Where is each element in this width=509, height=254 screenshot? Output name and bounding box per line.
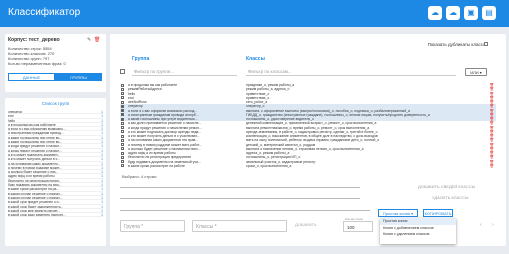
delete-classes-button[interactable]: УДАЛИТЬ КЛАССЫ	[432, 195, 468, 200]
group-list-item[interactable]: в какой срок задо заменять паспорт... 1	[8, 213, 103, 218]
app-title: Классификатор	[8, 7, 81, 18]
classes-to-add-field[interactable]	[120, 181, 360, 188]
tab-data[interactable]: ДАННЫЕ	[8, 73, 55, 81]
classes-to-delete-field[interactable]	[120, 192, 360, 199]
row-delete-icon[interactable]: 🗑	[490, 164, 494, 168]
tab-groups[interactable]: ГРУППЫ	[55, 73, 102, 81]
column-header-classes[interactable]: Классы	[246, 56, 265, 62]
chevron-down-icon: ▾	[479, 70, 482, 75]
corpus-title: Корпус: тест_дерево	[8, 37, 60, 43]
row-checkbox[interactable]	[121, 160, 124, 164]
group-filter-input[interactable]: Фильтр по группе...	[132, 67, 237, 76]
save-icon[interactable]: ▣	[464, 6, 478, 20]
group-input[interactable]: Группа *	[120, 220, 185, 232]
selected-count: Выбрано: 4 строки	[122, 174, 157, 179]
group-list-title: Список групп	[41, 101, 70, 106]
edit-icon[interactable]: ✎	[87, 37, 91, 43]
row-checkbox[interactable]	[121, 92, 124, 96]
row-checkbox[interactable]	[121, 164, 124, 168]
copy-mode-select[interactable]: Простая копия ▾	[378, 209, 418, 217]
or-label: ИЛИ	[470, 70, 479, 75]
add-classes-button[interactable]: ДОБАВИТЬ СВЕДЕЙ КЛАССЫ	[418, 184, 475, 189]
row-checkbox[interactable]	[121, 143, 124, 147]
classes-input[interactable]: Классы *	[192, 220, 287, 232]
cloud-download-icon[interactable]: ☁	[428, 6, 442, 20]
add-button[interactable]: ДОБАВИТЬ	[295, 222, 317, 227]
delete-icon[interactable]: 🗑	[94, 37, 100, 43]
or-select[interactable]: ИЛИ ▾	[465, 68, 487, 76]
copy-mode-option[interactable]: Копия с удалением классов	[380, 231, 456, 238]
show-duplicates-label: Показать дубликаты классов	[427, 42, 488, 47]
class-filter-input[interactable]: Фильтр по классам...	[246, 67, 456, 76]
column-header-group[interactable]: Группа	[132, 56, 149, 62]
group-table: а в продолжи вы как работаете праздники_о…	[120, 83, 496, 168]
row-checkbox[interactable]	[121, 151, 124, 155]
stat-unlabeled: Кол-во неразмеченных фраз: 0	[8, 61, 66, 66]
row-checkbox[interactable]	[121, 83, 124, 87]
copy-mode-label: Простая копия	[382, 211, 411, 216]
main-panel: Показать дубликаты классов Группа Классы…	[110, 34, 506, 246]
group-list-card: Список групп оператор 1 end 1 hello 1 а в прод…	[5, 98, 106, 246]
select-all-checkbox[interactable]	[120, 69, 125, 74]
copy-button[interactable]: КОПИРОВАТЬ	[423, 209, 453, 217]
row-classes: сроки_о, срок выполнения_а	[246, 163, 292, 168]
group-list-item-count: 1	[101, 213, 103, 218]
prev-page-icon[interactable]: ‹	[480, 222, 482, 228]
top-bar: Классификатор ☁ ☁ ▣ ▤	[0, 0, 509, 27]
table-row[interactable]: в какие сроки рассмотрят на работе сроки_…	[120, 164, 496, 168]
copy-target-field[interactable]	[120, 204, 370, 211]
copy-mode-menu: Простая копия Копия с добавлением классов…	[380, 218, 456, 244]
cloud-upload-icon[interactable]: ☁	[446, 6, 460, 20]
row-checkbox[interactable]	[121, 130, 124, 134]
show-duplicates-checkbox[interactable]	[484, 42, 488, 46]
row-checkbox[interactable]	[121, 109, 124, 113]
row-checkbox[interactable]	[121, 96, 124, 100]
rows-per-page-select[interactable]: 100	[343, 221, 373, 232]
row-checkbox[interactable]	[121, 138, 124, 142]
group-list-item-label: в какой срок задо заменять паспорт...	[8, 213, 66, 218]
next-page-icon[interactable]: ›	[492, 222, 494, 228]
row-checkbox[interactable]	[121, 134, 124, 138]
row-checkbox[interactable]	[121, 126, 124, 130]
row-checkbox[interactable]	[121, 121, 124, 125]
row-checkbox[interactable]	[121, 155, 124, 159]
row-checkbox[interactable]	[121, 117, 124, 121]
row-checkbox[interactable]	[121, 87, 124, 91]
document-icon[interactable]: ▤	[482, 6, 496, 20]
row-group: в какие сроки рассмотрят на работе	[128, 163, 185, 168]
row-checkbox[interactable]	[121, 147, 124, 151]
group-list: оператор 1 end 1 hello 1 а в продолжи вы как р…	[8, 110, 103, 218]
corpus-card: Корпус: тест_дерево ✎ 🗑 Количество строк…	[5, 34, 106, 92]
row-checkbox[interactable]	[121, 113, 124, 117]
row-checkbox[interactable]	[121, 100, 124, 104]
row-checkbox[interactable]	[121, 104, 124, 108]
